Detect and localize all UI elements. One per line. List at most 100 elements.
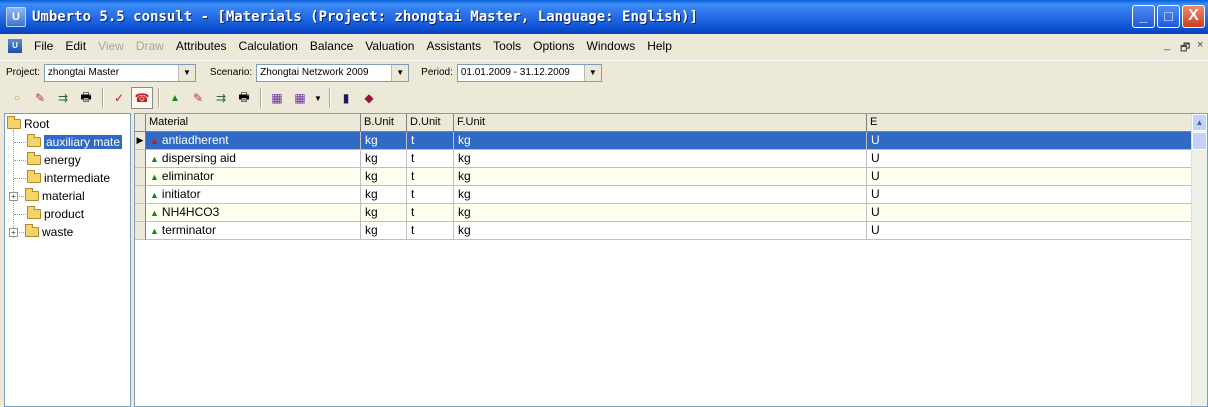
cell-e[interactable]: U xyxy=(867,222,1193,240)
tree-item-product[interactable]: product xyxy=(27,205,84,223)
table-row[interactable]: ▲ eliminator kg t kg U xyxy=(135,168,1193,186)
chevron-down-icon[interactable]: ▼ xyxy=(391,64,409,81)
table-row[interactable]: ▲ terminator kg t kg U xyxy=(135,222,1193,240)
row-indicator[interactable] xyxy=(135,222,146,240)
tree-root[interactable]: Root xyxy=(7,115,49,133)
cell-d-unit[interactable]: t xyxy=(407,222,454,240)
menu-edit[interactable]: Edit xyxy=(59,39,92,53)
column-header-e[interactable]: E xyxy=(867,114,1193,132)
cell-material[interactable]: ▲ initiator xyxy=(146,186,361,204)
chevron-down-icon[interactable]: ▼ xyxy=(312,87,324,109)
row-indicator[interactable]: ▶ xyxy=(135,132,146,150)
cell-e[interactable]: U xyxy=(867,150,1193,168)
tree-item-auxiliary[interactable]: auxiliary mate xyxy=(27,133,123,151)
cell-material[interactable]: ▲ antiadherent xyxy=(146,132,361,150)
cell-b-unit[interactable]: kg xyxy=(361,204,407,222)
chevron-down-icon[interactable]: ▼ xyxy=(583,64,601,81)
tree-item-waste[interactable]: + waste xyxy=(9,223,73,241)
cell-d-unit[interactable]: t xyxy=(407,132,454,150)
filter-icon[interactable]: ✓ xyxy=(108,87,130,109)
cell-material[interactable]: ▲ terminator xyxy=(146,222,361,240)
grid-icon[interactable]: ▦ xyxy=(266,87,288,109)
menu-attributes[interactable]: Attributes xyxy=(170,39,233,53)
scenario-select[interactable]: Zhongtai Netzwork 2009 ▼ xyxy=(256,63,410,82)
calculator-icon[interactable]: ▮ xyxy=(335,87,357,109)
column-header-d-unit[interactable]: D.Unit xyxy=(407,114,454,132)
cell-d-unit[interactable]: t xyxy=(407,204,454,222)
menu-windows[interactable]: Windows xyxy=(581,39,642,53)
cell-e[interactable]: U xyxy=(867,204,1193,222)
book-icon[interactable]: ◆ xyxy=(358,87,380,109)
cell-f-unit[interactable]: kg xyxy=(454,222,867,240)
minimize-button[interactable]: _ xyxy=(1132,5,1155,28)
cell-f-unit[interactable]: kg xyxy=(454,204,867,222)
vertical-scrollbar[interactable]: ▲ xyxy=(1191,114,1207,406)
menu-options[interactable]: Options xyxy=(527,39,580,53)
grid-add-icon[interactable]: ▦ xyxy=(289,87,311,109)
document-icon[interactable]: U xyxy=(8,39,22,53)
menu-balance[interactable]: Balance xyxy=(304,39,359,53)
row-indicator[interactable] xyxy=(135,204,146,222)
cell-d-unit[interactable]: t xyxy=(407,186,454,204)
cell-material[interactable]: ▲ NH4HCO3 xyxy=(146,204,361,222)
cell-material[interactable]: ▲ dispersing aid xyxy=(146,150,361,168)
column-header-f-unit[interactable]: F.Unit xyxy=(454,114,867,132)
row-indicator[interactable] xyxy=(135,168,146,186)
phone-icon[interactable]: ☎ xyxy=(131,87,153,109)
tree-item-energy[interactable]: energy xyxy=(27,151,81,169)
cell-f-unit[interactable]: kg xyxy=(454,168,867,186)
cell-f-unit[interactable]: kg xyxy=(454,150,867,168)
tree-item-material[interactable]: + material xyxy=(9,187,85,205)
tree-item-intermediate[interactable]: intermediate xyxy=(27,169,110,187)
cell-b-unit[interactable]: kg xyxy=(361,186,407,204)
triangle-icon[interactable]: ▲ xyxy=(164,87,186,109)
menu-view[interactable]: View xyxy=(92,39,130,53)
mdi-close-button[interactable]: × xyxy=(1197,39,1203,51)
menu-valuation[interactable]: Valuation xyxy=(359,39,420,53)
table-row[interactable]: ▶ ▲ antiadherent kg t kg U xyxy=(135,132,1193,150)
mdi-restore-button[interactable]: 🗗 xyxy=(1180,39,1190,58)
copy-material-icon[interactable]: ✎ xyxy=(29,87,51,109)
scroll-thumb[interactable] xyxy=(1192,132,1207,150)
scroll-up-icon[interactable]: ▲ xyxy=(1192,114,1207,131)
print-icon[interactable]: 🖶 xyxy=(75,87,97,109)
mdi-minimize-button[interactable]: _ xyxy=(1164,39,1170,51)
chevron-down-icon[interactable]: ▼ xyxy=(177,64,195,81)
cell-e[interactable]: U xyxy=(867,132,1193,150)
menu-tools[interactable]: Tools xyxy=(487,39,527,53)
row-indicator[interactable] xyxy=(135,186,146,204)
edit-attribute-icon[interactable]: ✎ xyxy=(187,87,209,109)
column-header-b-unit[interactable]: B.Unit xyxy=(361,114,407,132)
table-row[interactable]: ▲ initiator kg t kg U xyxy=(135,186,1193,204)
maximize-button[interactable]: □ xyxy=(1157,5,1180,28)
menu-file[interactable]: File xyxy=(28,39,59,53)
cell-b-unit[interactable]: kg xyxy=(361,150,407,168)
period-select[interactable]: 01.01.2009 - 31.12.2009 ▼ xyxy=(456,63,602,82)
transfer-icon[interactable]: ⇉ xyxy=(52,87,74,109)
move-attribute-icon[interactable]: ⇉ xyxy=(210,87,232,109)
table-row[interactable]: ▲ NH4HCO3 kg t kg U xyxy=(135,204,1193,222)
cell-e[interactable]: U xyxy=(867,186,1193,204)
cell-b-unit[interactable]: kg xyxy=(361,168,407,186)
menu-calculation[interactable]: Calculation xyxy=(233,39,304,53)
cell-material[interactable]: ▲ eliminator xyxy=(146,168,361,186)
cell-d-unit[interactable]: t xyxy=(407,150,454,168)
menu-draw[interactable]: Draw xyxy=(130,39,170,53)
app-icon[interactable]: U xyxy=(6,7,26,27)
cell-f-unit[interactable]: kg xyxy=(454,186,867,204)
cell-d-unit[interactable]: t xyxy=(407,168,454,186)
close-button[interactable]: X xyxy=(1182,5,1205,28)
new-item-icon[interactable]: ○ xyxy=(6,87,28,109)
column-header-material[interactable]: Material xyxy=(146,114,361,132)
table-row[interactable]: ▲ dispersing aid kg t kg U xyxy=(135,150,1193,168)
cell-b-unit[interactable]: kg xyxy=(361,222,407,240)
print-icon[interactable]: 🖶 xyxy=(233,87,255,109)
cell-e[interactable]: U xyxy=(867,168,1193,186)
menu-assistants[interactable]: Assistants xyxy=(420,39,487,53)
menu-help[interactable]: Help xyxy=(641,39,678,53)
project-select[interactable]: zhongtai Master ▼ xyxy=(43,63,196,82)
cell-f-unit[interactable]: kg xyxy=(454,132,867,150)
expand-icon[interactable]: + xyxy=(9,227,18,237)
row-indicator[interactable] xyxy=(135,150,146,168)
cell-b-unit[interactable]: kg xyxy=(361,132,407,150)
